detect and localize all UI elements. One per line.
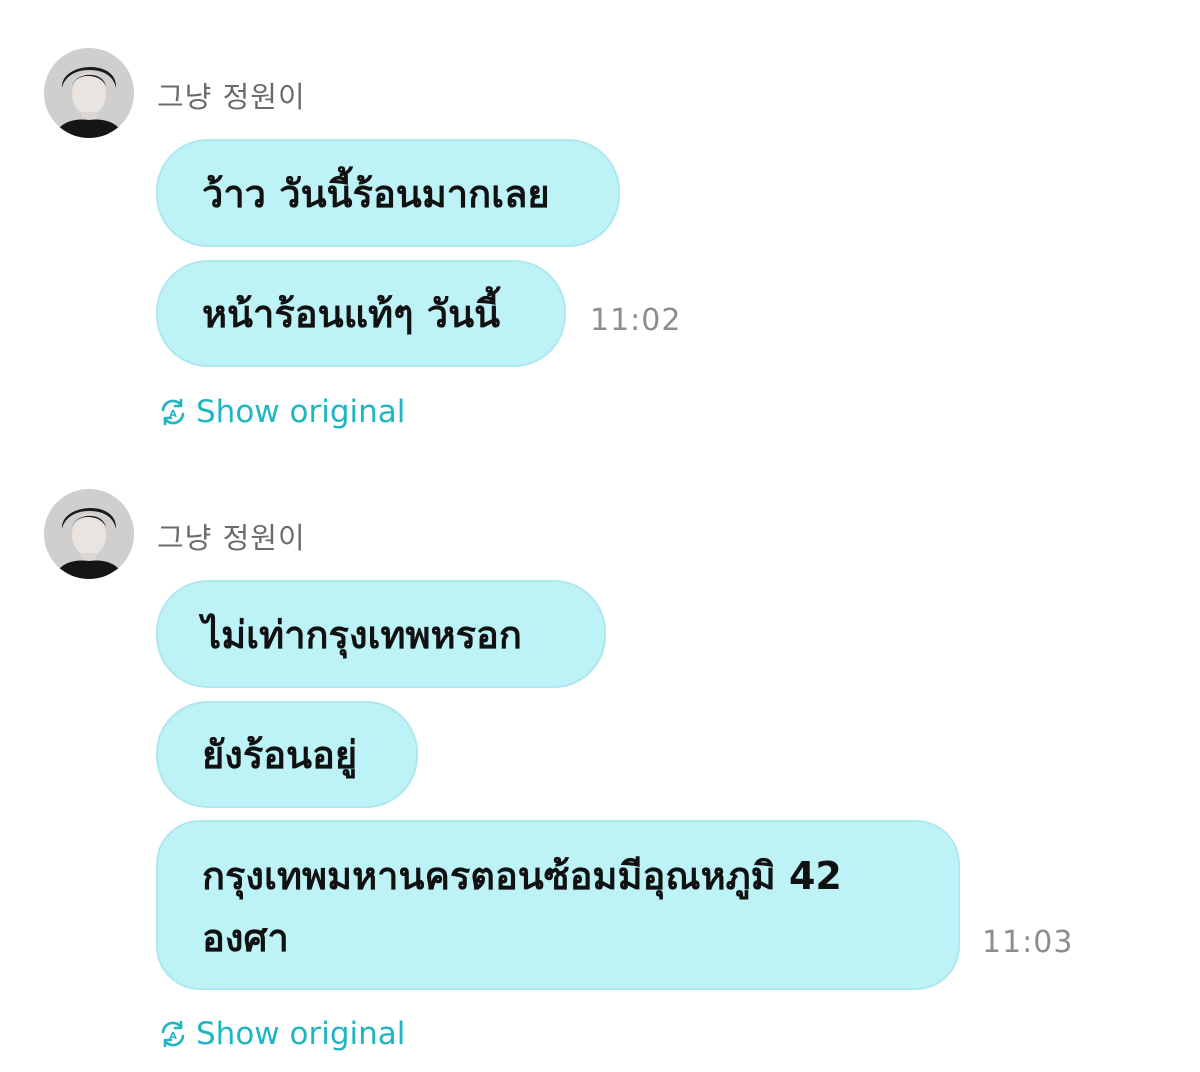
message-bubble[interactable]: หน้าร้อนแท้ๆ วันนี้ xyxy=(156,260,566,367)
message-time: 11:03 xyxy=(982,925,1074,960)
avatar[interactable] xyxy=(44,489,134,579)
message-bubble[interactable]: ยังร้อนอยู่ xyxy=(156,701,418,808)
show-original-label: Show original xyxy=(196,1016,406,1052)
sender-name: 그냥 정원이 xyxy=(157,521,306,555)
avatar-photo-icon xyxy=(44,48,134,138)
svg-text:A: A xyxy=(169,1031,177,1042)
show-original-button[interactable]: A Show original xyxy=(158,1016,405,1052)
show-original-button[interactable]: A Show original xyxy=(158,394,405,430)
message-bubble[interactable]: กรุงเทพมหานครตอนซ้อมมีอุณหภูมิ 42 องศา xyxy=(156,820,960,990)
avatar[interactable] xyxy=(44,48,134,138)
message-time: 11:02 xyxy=(590,303,682,338)
chat-view: 그냥 정원이 ว้าว วันนี้ร้อนมากเลย หน้าร้อนแท้… xyxy=(0,0,1200,1072)
message-bubble[interactable]: ไม่เท่ากรุงเทพหรอก xyxy=(156,580,606,688)
message-group: 그냥 정원이 ไม่เท่ากรุงเทพหรอก ยังร้อนอยู่ กร… xyxy=(0,489,1200,1072)
sender-name: 그냥 정원이 xyxy=(157,80,306,114)
svg-text:A: A xyxy=(169,409,177,420)
avatar-photo-icon xyxy=(44,489,134,579)
translate-refresh-icon: A xyxy=(161,1020,185,1048)
show-original-label: Show original xyxy=(196,394,406,430)
message-bubble[interactable]: ว้าว วันนี้ร้อนมากเลย xyxy=(156,139,620,247)
message-group: 그냥 정원이 ว้าว วันนี้ร้อนมากเลย หน้าร้อนแท้… xyxy=(0,48,1200,448)
translate-refresh-icon: A xyxy=(161,398,185,426)
